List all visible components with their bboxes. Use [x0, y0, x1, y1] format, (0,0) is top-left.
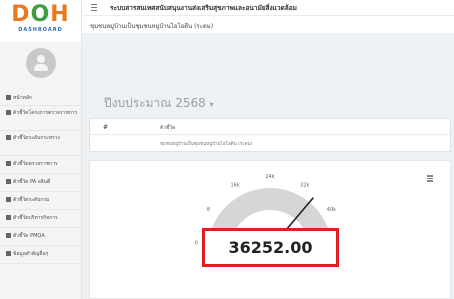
gauge-tick-label: 32k [300, 183, 309, 189]
gauge-tick-label: 24k [265, 174, 274, 180]
gauge-value-highlight: 36252.00 [202, 228, 339, 267]
app-root: DOH DASHBOARD หน้าหลัก ตัวชี้วัดโครงการต… [0, 0, 454, 299]
gauge-value: 36252.00 [228, 238, 313, 257]
gauge-tick-label: 0 [195, 241, 198, 247]
gauge-tick-label: 40k [327, 207, 336, 213]
gauge-tick-label: 8 [207, 207, 210, 213]
gauge-tick-label: 16k [231, 183, 240, 189]
